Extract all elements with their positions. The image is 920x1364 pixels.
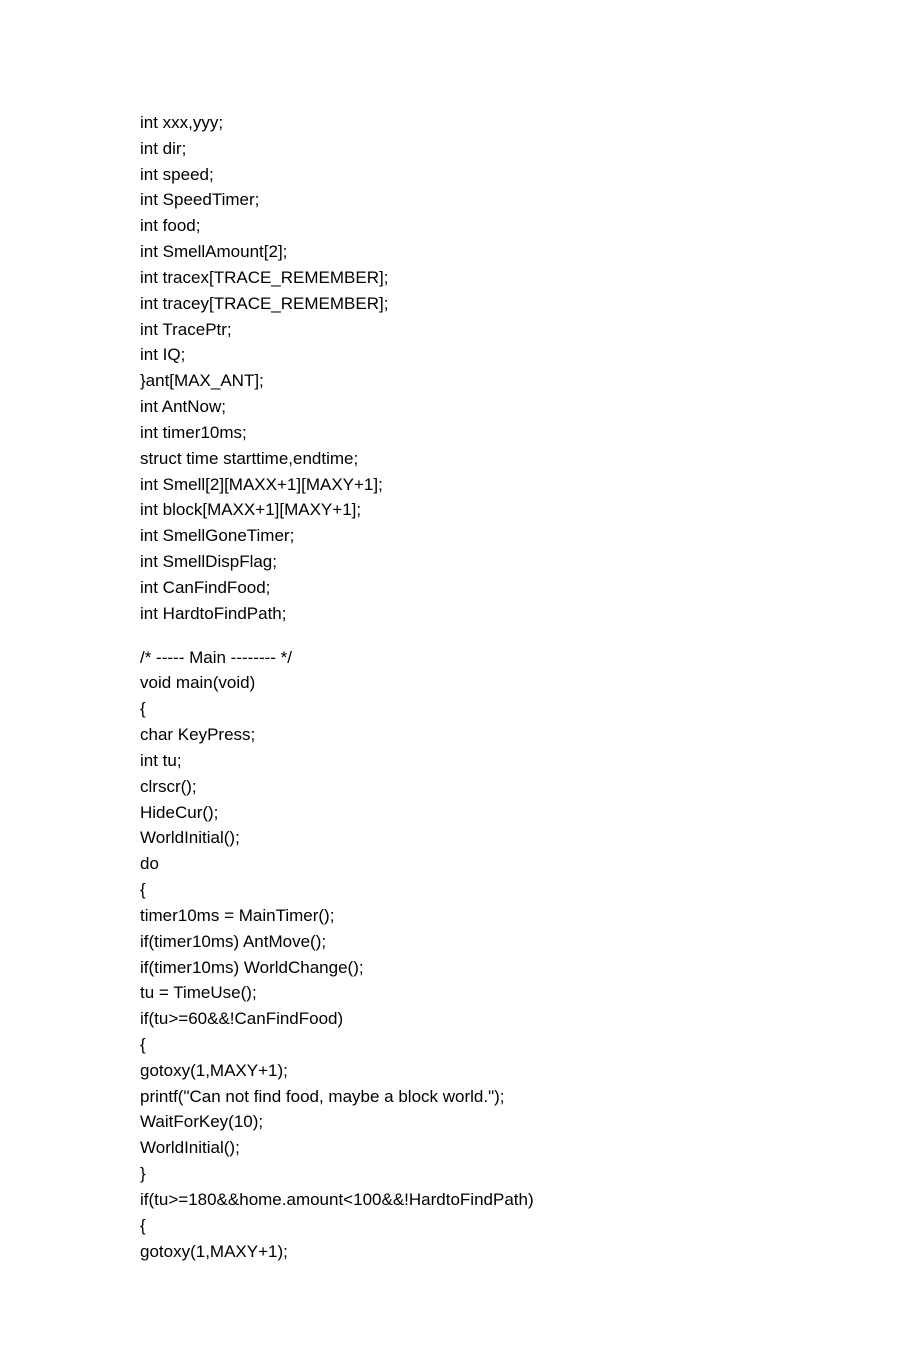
code-line: } — [140, 1161, 780, 1187]
code-line: void main(void) — [140, 670, 780, 696]
code-line: { — [140, 877, 780, 903]
code-line: { — [140, 1213, 780, 1239]
code-line: timer10ms = MainTimer(); — [140, 903, 780, 929]
code-line: int timer10ms; — [140, 420, 780, 446]
code-line: int SmellAmount[2]; — [140, 239, 780, 265]
code-line: int SpeedTimer; — [140, 187, 780, 213]
code-line: }ant[MAX_ANT]; — [140, 368, 780, 394]
code-line: int tracex[TRACE_REMEMBER]; — [140, 265, 780, 291]
code-line: clrscr(); — [140, 774, 780, 800]
code-line: if(tu>=60&&!CanFindFood) — [140, 1006, 780, 1032]
code-line: do — [140, 851, 780, 877]
code-line: int SmellGoneTimer; — [140, 523, 780, 549]
code-line: int TracePtr; — [140, 317, 780, 343]
code-line: { — [140, 696, 780, 722]
code-line: int CanFindFood; — [140, 575, 780, 601]
code-line: if(timer10ms) AntMove(); — [140, 929, 780, 955]
code-block-declarations: int xxx,yyy; int dir; int speed; int Spe… — [140, 110, 780, 627]
code-line: int HardtoFindPath; — [140, 601, 780, 627]
code-line: int IQ; — [140, 342, 780, 368]
code-line: int Smell[2][MAXX+1][MAXY+1]; — [140, 472, 780, 498]
code-line: WorldInitial(); — [140, 825, 780, 851]
code-line: /* ----- Main -------- */ — [140, 645, 780, 671]
code-line: char KeyPress; — [140, 722, 780, 748]
code-line: int block[MAXX+1][MAXY+1]; — [140, 497, 780, 523]
code-line: printf("Can not find food, maybe a block… — [140, 1084, 780, 1110]
code-line: { — [140, 1032, 780, 1058]
code-line: int tracey[TRACE_REMEMBER]; — [140, 291, 780, 317]
code-line: if(timer10ms) WorldChange(); — [140, 955, 780, 981]
document-page: int xxx,yyy; int dir; int speed; int Spe… — [0, 0, 920, 1364]
code-line: int tu; — [140, 748, 780, 774]
code-line: int speed; — [140, 162, 780, 188]
code-line: tu = TimeUse(); — [140, 980, 780, 1006]
code-line: int xxx,yyy; — [140, 110, 780, 136]
code-line: struct time starttime,endtime; — [140, 446, 780, 472]
code-line: WaitForKey(10); — [140, 1109, 780, 1135]
code-line: gotoxy(1,MAXY+1); — [140, 1058, 780, 1084]
code-line: int food; — [140, 213, 780, 239]
code-line: if(tu>=180&&home.amount<100&&!HardtoFind… — [140, 1187, 780, 1213]
code-line: int dir; — [140, 136, 780, 162]
code-line: int SmellDispFlag; — [140, 549, 780, 575]
code-line: HideCur(); — [140, 800, 780, 826]
code-block-main: /* ----- Main -------- */ void main(void… — [140, 645, 780, 1265]
code-line: WorldInitial(); — [140, 1135, 780, 1161]
code-line: gotoxy(1,MAXY+1); — [140, 1239, 780, 1265]
code-line: int AntNow; — [140, 394, 780, 420]
